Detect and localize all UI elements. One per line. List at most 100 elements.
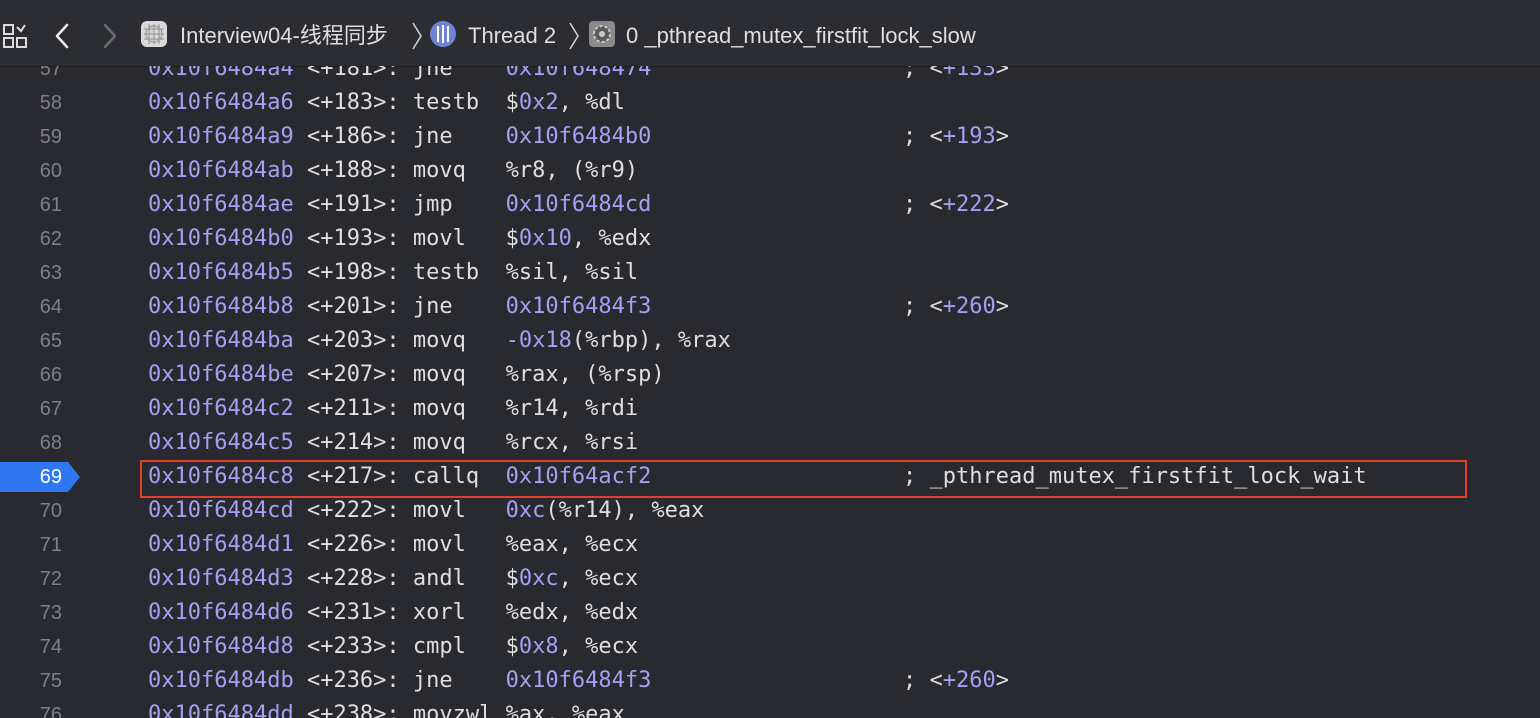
instruction-operand: 0x10f6484b0: [505, 124, 652, 149]
line-number[interactable]: 72: [0, 562, 62, 596]
disassembly-line[interactable]: 73 0x10f6484d6 <+231>: xorl %edx, %edx: [0, 596, 1540, 630]
disassembly-line[interactable]: 59 0x10f6484a9 <+186>: jne 0x10f6484b0 ; …: [0, 120, 1540, 154]
instruction-operand: %edx, %edx: [505, 600, 639, 625]
instruction-offset: <+211>:: [306, 396, 400, 421]
instruction-offset: <+193>:: [306, 226, 400, 251]
disassembly-line[interactable]: 63 0x10f6484b5 <+198>: testb %sil, %sil: [0, 256, 1540, 290]
disassembly-line[interactable]: 75 0x10f6484db <+236>: jne 0x10f6484f3 ; …: [0, 664, 1540, 698]
related-items-icon[interactable]: [0, 19, 32, 53]
instruction-operand: , %dl: [558, 90, 625, 115]
disassembly-line[interactable]: 64 0x10f6484b8 <+201>: jne 0x10f6484f3 ; …: [0, 290, 1540, 324]
instruction-mnemonic: jne: [412, 668, 453, 693]
instruction-mnemonic: movq: [412, 362, 466, 387]
annotation-highlight-box: [140, 460, 1467, 498]
line-number[interactable]: 69: [0, 460, 62, 494]
instruction: 0x10f6484db <+236>: jne 0x10f6484f3 ; <+…: [148, 664, 1009, 698]
disassembly-line[interactable]: 72 0x10f6484d3 <+228>: andl $0xc, %ecx: [0, 562, 1540, 596]
instruction-operand: , %ecx: [558, 634, 639, 659]
disassembly-line[interactable]: 57 0x10f6484a4 <+181>: jne 0x10f648474 ; …: [0, 66, 1540, 86]
instruction-mnemonic: movq: [412, 430, 466, 455]
disassembly-line[interactable]: 62 0x10f6484b0 <+193>: movl $0x10, %edx: [0, 222, 1540, 256]
breadcrumb-separator-icon: [412, 22, 422, 50]
instruction-address: 0x10f6484ba: [148, 328, 294, 353]
instruction-operand: $: [505, 90, 519, 115]
instruction-offset: <+231>:: [306, 600, 400, 625]
instruction-mnemonic: movzwl: [412, 702, 493, 718]
line-number[interactable]: 61: [0, 188, 62, 222]
instruction-mnemonic: testb: [412, 260, 480, 285]
line-number[interactable]: 57: [0, 66, 62, 86]
line-number[interactable]: 59: [0, 120, 62, 154]
instruction-address: 0x10f6484a4: [148, 66, 294, 81]
breadcrumb-thread[interactable]: Thread 2: [468, 22, 556, 50]
breadcrumb-separator-icon: [569, 22, 579, 50]
disassembly-line[interactable]: 70 0x10f6484cd <+222>: movl 0xc(%r14), %e…: [0, 494, 1540, 528]
instruction-operand: %r8, (%r9): [505, 158, 639, 183]
disassembly-line[interactable]: 58 0x10f6484a6 <+183>: testb $0x2, %dl: [0, 86, 1540, 120]
disassembly-line[interactable]: 68 0x10f6484c5 <+214>: movq %rcx, %rsi: [0, 426, 1540, 460]
instruction-operand: , %ecx: [558, 566, 639, 591]
instruction-mnemonic: movq: [412, 158, 466, 183]
instruction-offset: <+188>:: [306, 158, 400, 183]
line-number[interactable]: 75: [0, 664, 62, 698]
line-number[interactable]: 66: [0, 358, 62, 392]
disassembly-line[interactable]: 67 0x10f6484c2 <+211>: movq %r14, %rdi: [0, 392, 1540, 426]
instruction-address: 0x10f6484d3: [148, 566, 294, 591]
instruction-mnemonic: cmpl: [412, 634, 466, 659]
project-icon: [141, 21, 167, 47]
line-number[interactable]: 67: [0, 392, 62, 426]
back-arrow-icon[interactable]: [50, 18, 74, 54]
instruction-mnemonic: testb: [412, 90, 480, 115]
line-number[interactable]: 71: [0, 528, 62, 562]
line-number[interactable]: 65: [0, 324, 62, 358]
instruction-operand: %rax, (%rsp): [505, 362, 665, 387]
instruction-address: 0x10f6484c5: [148, 430, 294, 455]
disassembly-line[interactable]: 61 0x10f6484ae <+191>: jmp 0x10f6484cd ; …: [0, 188, 1540, 222]
instruction: 0x10f6484ba <+203>: movq -0x18(%rbp), %r…: [148, 324, 731, 358]
instruction-mnemonic: xorl: [412, 600, 466, 625]
instruction: 0x10f6484d1 <+226>: movl %eax, %ecx: [148, 528, 638, 562]
instruction: 0x10f6484a9 <+186>: jne 0x10f6484b0 ; <+…: [148, 120, 1009, 154]
line-number[interactable]: 60: [0, 154, 62, 188]
instruction-mnemonic: andl: [412, 566, 466, 591]
line-number[interactable]: 74: [0, 630, 62, 664]
breadcrumb-project[interactable]: Interview04-线程同步: [180, 22, 388, 50]
disassembly-line[interactable]: 66 0x10f6484be <+207>: movq %rax, (%rsp): [0, 358, 1540, 392]
line-number[interactable]: 68: [0, 426, 62, 460]
line-number[interactable]: 73: [0, 596, 62, 630]
disassembly-line[interactable]: 65 0x10f6484ba <+203>: movq -0x18(%rbp), …: [0, 324, 1540, 358]
disassembly-line[interactable]: 76 0x10f6484dd <+238>: movzwl %ax, %eax: [0, 698, 1540, 718]
instruction-offset: <+228>:: [306, 566, 400, 591]
instruction: 0x10f6484ab <+188>: movq %r8, (%r9): [148, 154, 638, 188]
instruction-address: 0x10f6484b8: [148, 294, 294, 319]
line-number[interactable]: 58: [0, 86, 62, 120]
instruction: 0x10f6484a4 <+181>: jne 0x10f648474 ; <+…: [148, 66, 1009, 86]
disassembly-view[interactable]: 57 0x10f6484a4 <+181>: jne 0x10f648474 ; …: [0, 66, 1540, 718]
instruction-address: 0x10f6484ae: [148, 192, 294, 217]
instruction-operand: $: [505, 634, 519, 659]
line-number[interactable]: 63: [0, 256, 62, 290]
thread-icon: [430, 21, 456, 47]
disassembly-line[interactable]: 60 0x10f6484ab <+188>: movq %r8, (%r9): [0, 154, 1540, 188]
instruction-operand: %eax, %ecx: [505, 532, 639, 557]
line-number[interactable]: 64: [0, 290, 62, 324]
line-number[interactable]: 70: [0, 494, 62, 528]
instruction-operand: (%rbp), %rax: [571, 328, 731, 353]
instruction-mnemonic: jne: [412, 124, 453, 149]
instruction: 0x10f6484d8 <+233>: cmpl $0x8, %ecx: [148, 630, 638, 664]
line-number[interactable]: 62: [0, 222, 62, 256]
instruction-comment: ; <+133>: [903, 66, 1010, 81]
forward-arrow-icon[interactable]: [98, 18, 122, 54]
disassembly-line[interactable]: 71 0x10f6484d1 <+226>: movl %eax, %ecx: [0, 528, 1540, 562]
breadcrumb-frame[interactable]: 0 _pthread_mutex_firstfit_lock_slow: [626, 22, 976, 50]
instruction: 0x10f6484cd <+222>: movl 0xc(%r14), %eax: [148, 494, 704, 528]
line-number[interactable]: 76: [0, 698, 62, 718]
disassembly-line[interactable]: 74 0x10f6484d8 <+233>: cmpl $0x8, %ecx: [0, 630, 1540, 664]
instruction-offset: <+198>:: [306, 260, 400, 285]
instruction-mnemonic: jmp: [412, 192, 453, 217]
instruction-offset: <+191>:: [306, 192, 400, 217]
instruction-mnemonic: jne: [412, 66, 453, 81]
instruction-address: 0x10f6484d8: [148, 634, 294, 659]
instruction-address: 0x10f6484cd: [148, 498, 294, 523]
instruction: 0x10f6484b8 <+201>: jne 0x10f6484f3 ; <+…: [148, 290, 1009, 324]
